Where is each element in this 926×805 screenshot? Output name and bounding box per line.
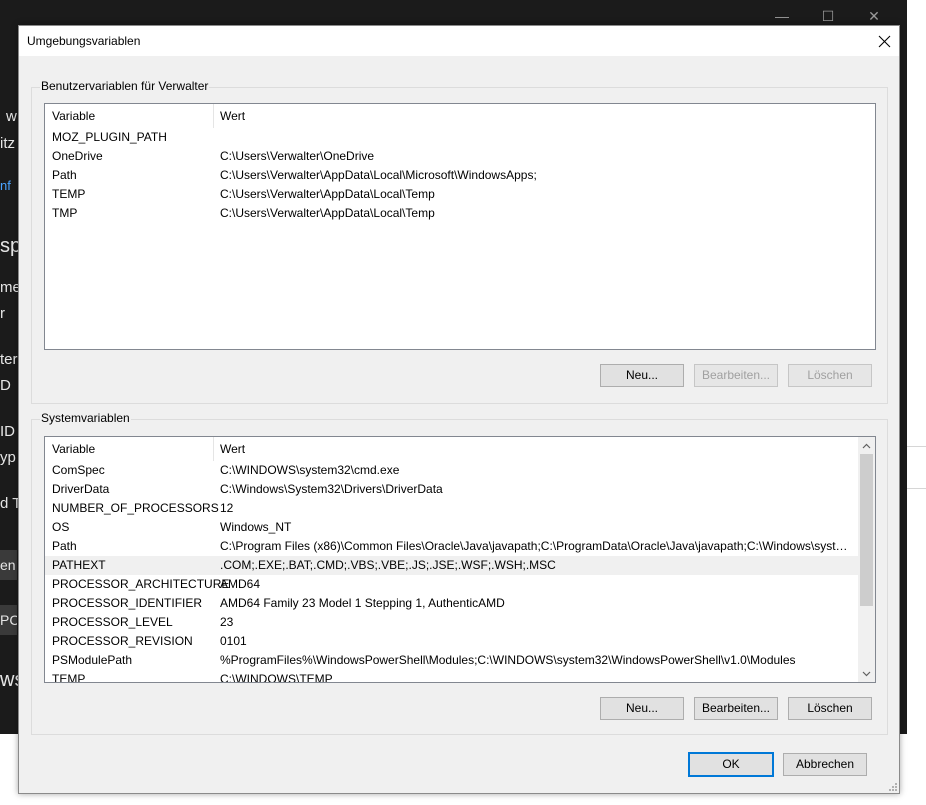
table-row[interactable]: PATHEXT .COM;.EXE;.BAT;.CMD;.VBS;.VBE;.JS… (45, 556, 858, 575)
table-row[interactable]: Path C:\Program Files (x86)\Common Files\… (45, 537, 858, 556)
system-delete-button[interactable]: Löschen (788, 697, 872, 720)
close-button[interactable] (869, 26, 899, 56)
user-variables-label: Benutzervariablen für Verwalter (40, 79, 210, 93)
table-row[interactable]: TEMP C:\WINDOWS\TEMP (45, 670, 858, 683)
variable-value: .COM;.EXE;.BAT;.CMD;.VBS;.VBE;.JS;.JSE;.… (220, 558, 556, 572)
variable-name: MOZ_PLUGIN_PATH (52, 130, 167, 144)
variable-value: 23 (220, 615, 234, 629)
variable-name: PROCESSOR_REVISION (52, 634, 193, 648)
dialog-title: Umgebungsvariablen (27, 34, 141, 48)
table-row[interactable]: PROCESSOR_ARCHITECTURE AMD64 (45, 575, 858, 594)
variable-name: PROCESSOR_LEVEL (52, 615, 173, 629)
background-text: r (0, 305, 5, 322)
variable-name: DriverData (52, 482, 110, 496)
system-new-button[interactable]: Neu... (600, 697, 684, 720)
background-text: ID (0, 423, 15, 440)
table-row[interactable]: TEMP C:\Users\Verwalter\AppData\Local\Tem… (45, 185, 875, 204)
background-text: yp (0, 449, 16, 466)
ok-button[interactable]: OK (688, 752, 774, 777)
list-header: Variable Wert (45, 104, 875, 128)
user-delete-button[interactable]: Löschen (788, 364, 872, 387)
table-row[interactable]: PSModulePath %ProgramFiles%\WindowsPowerS… (45, 651, 858, 670)
user-edit-button[interactable]: Bearbeiten... (694, 364, 778, 387)
table-row[interactable]: OS Windows_NT (45, 518, 858, 537)
variable-value: 0101 (220, 634, 247, 648)
list-header: Variable Wert (45, 437, 875, 461)
divider (907, 446, 926, 447)
column-header-value[interactable]: Wert (213, 437, 820, 461)
variable-name: Path (52, 539, 77, 553)
background-button[interactable]: PC (0, 605, 17, 635)
scroll-up-button[interactable] (858, 437, 875, 454)
variable-value: AMD64 (220, 577, 261, 591)
chevron-down-icon (862, 671, 871, 676)
column-header-variable[interactable]: Variable (45, 437, 213, 461)
table-row[interactable]: OneDrive C:\Users\Verwalter\OneDrive (45, 147, 875, 166)
variable-name: PATHEXT (52, 558, 106, 572)
variable-value: C:\Users\Verwalter\OneDrive (220, 149, 375, 163)
dialog-titlebar[interactable]: Umgebungsvariablen (19, 26, 899, 56)
column-header-value[interactable]: Wert (213, 104, 820, 128)
system-edit-button[interactable]: Bearbeiten... (694, 697, 778, 720)
variable-value: C:\WINDOWS\system32\cmd.exe (220, 463, 400, 477)
table-row[interactable]: PROCESSOR_LEVEL 23 (45, 613, 858, 632)
variable-value: Windows_NT (220, 520, 292, 534)
variable-name: PROCESSOR_ARCHITECTURE (52, 577, 230, 591)
table-row[interactable]: Path C:\Users\Verwalter\AppData\Local\Mic… (45, 166, 875, 185)
variable-value: C:\Users\Verwalter\AppData\Local\Temp (220, 187, 435, 201)
variable-value: C:\Windows\System32\Drivers\DriverData (220, 482, 443, 496)
background-link[interactable]: nf (0, 178, 11, 193)
variable-name: NUMBER_OF_PROCESSORS (52, 501, 219, 515)
table-row[interactable]: PROCESSOR_IDENTIFIER AMD64 Family 23 Mode… (45, 594, 858, 613)
vertical-scrollbar[interactable] (858, 437, 875, 682)
variable-value: C:\Users\Verwalter\AppData\Local\Microso… (220, 168, 537, 182)
variable-name: OneDrive (52, 149, 103, 163)
background-text: ter (0, 351, 18, 368)
system-variables-label: Systemvariablen (40, 411, 131, 425)
system-variables-group: Systemvariablen Variable Wert ComSpec C:\… (31, 411, 888, 735)
variable-value: 12 (220, 501, 234, 515)
variable-name: TEMP (52, 187, 86, 201)
background-button[interactable]: en (0, 550, 17, 580)
variable-name: PSModulePath (52, 653, 133, 667)
variable-name: TMP (52, 206, 78, 220)
environment-variables-dialog: Umgebungsvariablen Benutzervariablen für… (18, 25, 900, 794)
table-row[interactable]: NUMBER_OF_PROCESSORS 12 (45, 499, 858, 518)
scrollbar-thumb[interactable] (860, 454, 873, 606)
variable-value: AMD64 Family 23 Model 1 Stepping 1, Auth… (220, 596, 505, 610)
variable-value: %ProgramFiles%\WindowsPowerShell\Modules… (220, 653, 796, 667)
user-variables-list[interactable]: Variable Wert MOZ_PLUGIN_PATH OneDrive C:\… (44, 103, 876, 350)
variable-name: ComSpec (52, 463, 105, 477)
chevron-up-icon (862, 443, 871, 448)
cancel-button[interactable]: Abbrechen (783, 753, 867, 776)
background-text: w (6, 108, 17, 125)
variable-name: TEMP (52, 672, 86, 683)
table-row[interactable]: TMP C:\Users\Verwalter\AppData\Local\Temp (45, 204, 875, 223)
table-row[interactable]: DriverData C:\Windows\System32\Drivers\Dr… (45, 480, 858, 499)
user-variables-group: Benutzervariablen für Verwalter Variable… (31, 79, 888, 404)
table-row[interactable]: MOZ_PLUGIN_PATH (45, 128, 875, 147)
background-text: D (0, 377, 11, 394)
close-icon (878, 35, 890, 47)
variable-value: C:\Users\Verwalter\AppData\Local\Temp (220, 206, 435, 220)
variable-value: C:\Program Files (x86)\Common Files\Orac… (220, 539, 852, 553)
system-variables-list[interactable]: Variable Wert ComSpec C:\WINDOWS\system32… (44, 436, 876, 683)
scroll-down-button[interactable] (858, 665, 875, 682)
variable-name: PROCESSOR_IDENTIFIER (52, 596, 203, 610)
divider (907, 488, 926, 489)
variable-name: OS (52, 520, 70, 534)
column-header-variable[interactable]: Variable (45, 104, 213, 128)
table-row[interactable]: PROCESSOR_REVISION 0101 (45, 632, 858, 651)
variable-value: C:\WINDOWS\TEMP (220, 672, 333, 683)
background-text: itz (0, 135, 15, 152)
resize-grip-icon[interactable] (887, 781, 897, 791)
variable-name: Path (52, 168, 77, 182)
table-row[interactable]: ComSpec C:\WINDOWS\system32\cmd.exe (45, 461, 858, 480)
user-new-button[interactable]: Neu... (600, 364, 684, 387)
